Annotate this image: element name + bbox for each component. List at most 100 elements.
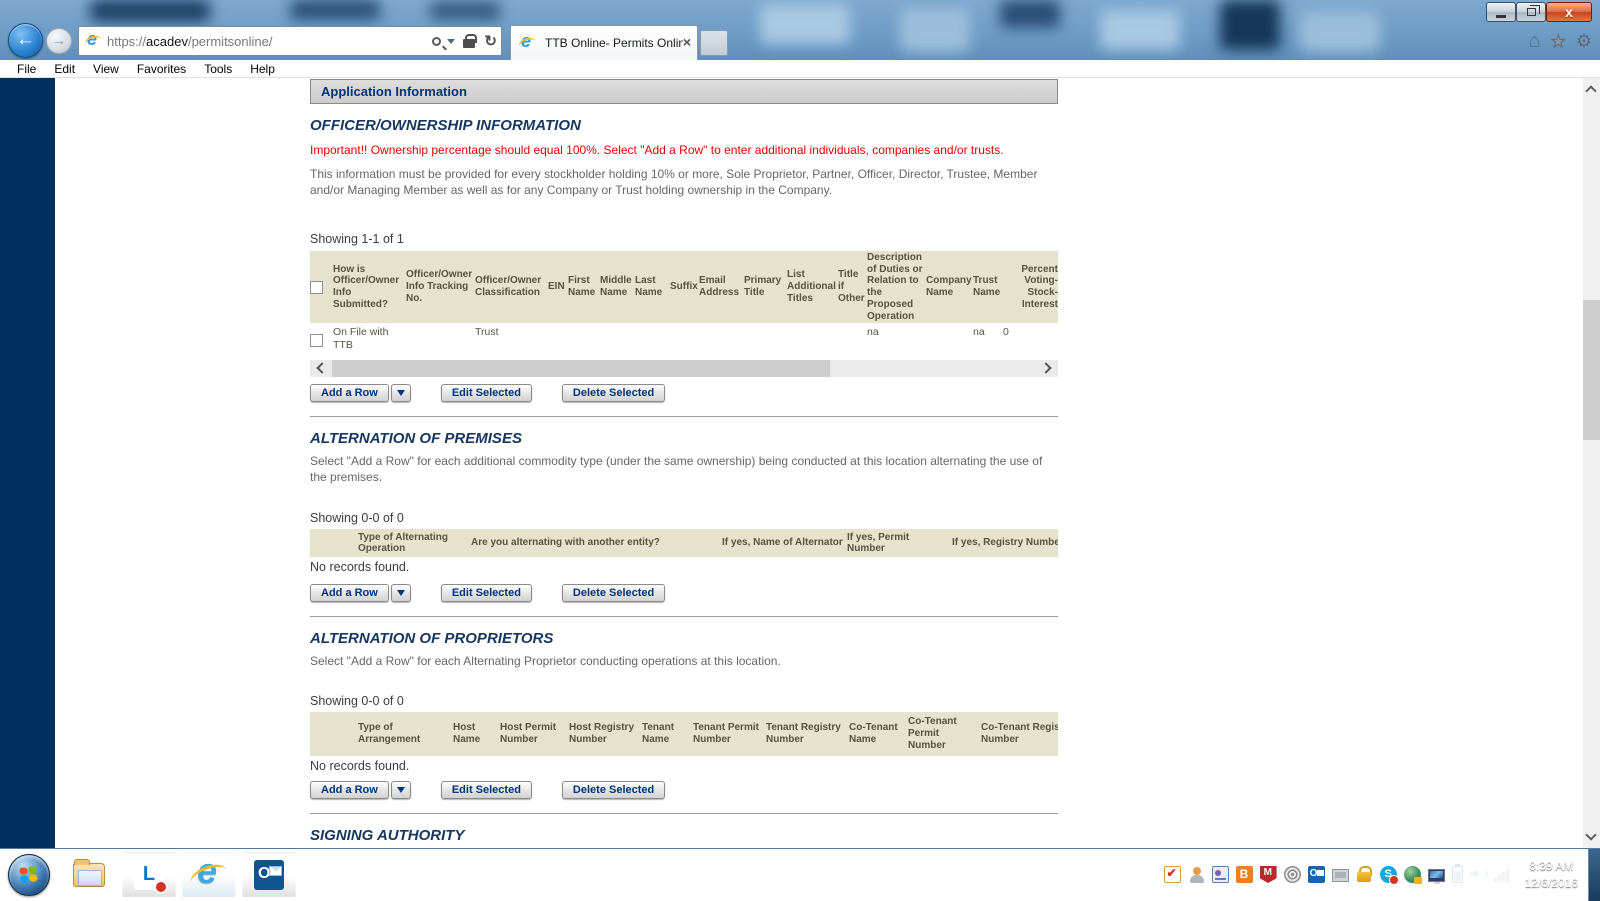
monitor-icon[interactable] xyxy=(1332,869,1349,882)
chat-icon[interactable] xyxy=(1212,866,1229,883)
taskbar-lync-button[interactable]: L xyxy=(122,852,176,898)
add-a-row-dropdown-icon[interactable] xyxy=(391,384,411,402)
add-a-row-dropdown-icon[interactable] xyxy=(391,584,411,602)
table-horizontal-scrollbar[interactable] xyxy=(310,360,1058,377)
menu-item[interactable]: Tools xyxy=(195,62,241,76)
browser-vertical-scrollbar[interactable] xyxy=(1583,78,1600,848)
officer-buttons: Add a Row Edit Selected Delete Selected xyxy=(310,384,1058,402)
premises-column-header: If yes, Name of Alternator xyxy=(722,537,844,549)
proprietors-showing-count: Showing 0-0 of 0 xyxy=(310,694,1058,708)
premises-buttons: Add a Row Edit Selected Delete Selected xyxy=(310,584,1058,602)
menu-item[interactable]: Favorites xyxy=(128,62,195,76)
proprietors-no-records: No records found. xyxy=(310,759,1058,773)
tab-ttb-online[interactable]: TTB Online- Permits Online... xyxy=(510,25,698,60)
premises-column-header: If yes, Permit Number xyxy=(847,532,949,556)
officer-cell xyxy=(548,326,565,351)
scroll-right-icon[interactable] xyxy=(1040,363,1051,374)
proprietors-description: Select "Add a Row" for each Alternating … xyxy=(310,654,1058,670)
officer-cell xyxy=(568,326,597,351)
officer-cell xyxy=(635,326,667,351)
lync-icon: L xyxy=(134,860,164,890)
windows-flag-icon xyxy=(19,866,39,884)
task-check-icon[interactable] xyxy=(1164,866,1181,883)
internet-explorer-icon xyxy=(192,860,226,890)
address-bar[interactable]: https://acadev/permitsonline/ xyxy=(78,26,502,56)
taskbar-clock[interactable]: 8:39 AM 12/6/2016 xyxy=(1525,858,1578,890)
menu-item[interactable]: View xyxy=(84,62,128,76)
officer-column-header: Description of Duties or Relation to the… xyxy=(867,252,923,323)
back-button[interactable] xyxy=(8,23,43,58)
taskbar-outlook-button[interactable]: O xyxy=(242,852,296,898)
proprietors-column-header: Co-Tenant Permit Number xyxy=(908,716,978,751)
tab-strip: TTB Online- Permits Online... xyxy=(510,25,728,60)
url-scheme: https:// xyxy=(107,34,146,49)
delete-selected-button[interactable]: Delete Selected xyxy=(562,384,665,402)
dropdown-caret-icon[interactable] xyxy=(447,39,455,44)
refresh-icon[interactable] xyxy=(484,32,497,51)
volume-icon[interactable] xyxy=(1470,866,1487,883)
proprietors-column-header: Tenant Registry Number xyxy=(766,722,846,746)
premises-table-header: Type of Alternating OperationAre you alt… xyxy=(310,529,1058,557)
gear-icon[interactable] xyxy=(1576,31,1592,52)
add-a-row-dropdown-icon[interactable] xyxy=(391,781,411,799)
officer-cell: Trust xyxy=(475,326,545,351)
horizontal-scroll-thumb[interactable] xyxy=(332,360,830,377)
officer-cell xyxy=(838,326,864,351)
gold-lock-icon[interactable] xyxy=(1356,866,1373,883)
mcafee-shield-icon[interactable] xyxy=(1260,866,1277,883)
clock-time: 8:39 AM xyxy=(1525,858,1578,874)
presence-busy-dot xyxy=(154,880,168,894)
box-icon[interactable] xyxy=(1236,866,1253,883)
section-title-proprietors: ALTERNATION OF PROPRIETORS xyxy=(310,630,1058,647)
add-a-row-button[interactable]: Add a Row xyxy=(310,584,389,602)
menu-item[interactable]: Help xyxy=(241,62,284,76)
menu-item[interactable]: Edit xyxy=(45,62,84,76)
row-checkbox[interactable] xyxy=(310,334,323,347)
search-icon[interactable] xyxy=(432,37,441,46)
close-button[interactable] xyxy=(1546,2,1592,22)
edit-selected-button[interactable]: Edit Selected xyxy=(441,584,532,602)
premises-description: Select "Add a Row" for each additional c… xyxy=(310,454,1058,485)
edit-selected-button[interactable]: Edit Selected xyxy=(441,384,532,402)
premises-column-header: Type of Alternating Operation xyxy=(358,532,468,556)
outlook-tray-icon[interactable] xyxy=(1308,866,1325,883)
spiral-icon[interactable] xyxy=(1284,866,1301,883)
officer-table-row[interactable]: On File with TTBTrustnana0 xyxy=(310,323,1058,359)
start-button[interactable] xyxy=(8,854,50,896)
star-icon[interactable] xyxy=(1551,32,1566,52)
edit-selected-button[interactable]: Edit Selected xyxy=(441,781,532,799)
new-tab-button[interactable] xyxy=(700,30,728,56)
delete-selected-button[interactable]: Delete Selected xyxy=(562,781,665,799)
presence-person-icon[interactable] xyxy=(1188,866,1205,883)
officer-cell xyxy=(926,326,970,351)
proprietors-column-header: Host Registry Number xyxy=(569,722,639,746)
officer-column-header: Trust Name xyxy=(973,275,1000,299)
premises-no-records: No records found. xyxy=(310,560,1058,574)
proprietors-column-header: Host Permit Number xyxy=(500,722,566,746)
show-desktop-button[interactable] xyxy=(1588,849,1600,901)
home-icon[interactable] xyxy=(1529,30,1541,53)
select-all-checkbox[interactable] xyxy=(310,281,323,294)
vpn-globe-lock-icon[interactable] xyxy=(1404,866,1421,883)
url-text[interactable]: https://acadev/permitsonline/ xyxy=(107,34,432,49)
add-a-row-button[interactable]: Add a Row xyxy=(310,781,389,799)
tab-close-icon[interactable] xyxy=(683,34,691,52)
display-color-icon[interactable] xyxy=(1428,869,1445,882)
taskbar-explorer-button[interactable] xyxy=(62,852,116,898)
minimize-button[interactable] xyxy=(1486,2,1516,22)
scroll-up-icon[interactable] xyxy=(1585,85,1596,96)
forward-button[interactable] xyxy=(46,28,72,54)
add-a-row-button[interactable]: Add a Row xyxy=(310,384,389,402)
proprietors-column-header: Host Name xyxy=(453,722,497,746)
taskbar-ie-button[interactable] xyxy=(182,852,236,898)
scroll-left-icon[interactable] xyxy=(316,363,327,374)
battery-icon[interactable] xyxy=(1452,866,1463,883)
vertical-scroll-thumb[interactable] xyxy=(1583,300,1600,440)
left-navy-strip xyxy=(0,78,55,848)
scroll-down-icon[interactable] xyxy=(1585,829,1596,840)
network-bars-icon[interactable] xyxy=(1494,866,1511,883)
restore-button[interactable] xyxy=(1516,2,1546,22)
menu-item[interactable]: File xyxy=(8,62,45,76)
skype-icon[interactable] xyxy=(1380,866,1397,883)
delete-selected-button[interactable]: Delete Selected xyxy=(562,584,665,602)
